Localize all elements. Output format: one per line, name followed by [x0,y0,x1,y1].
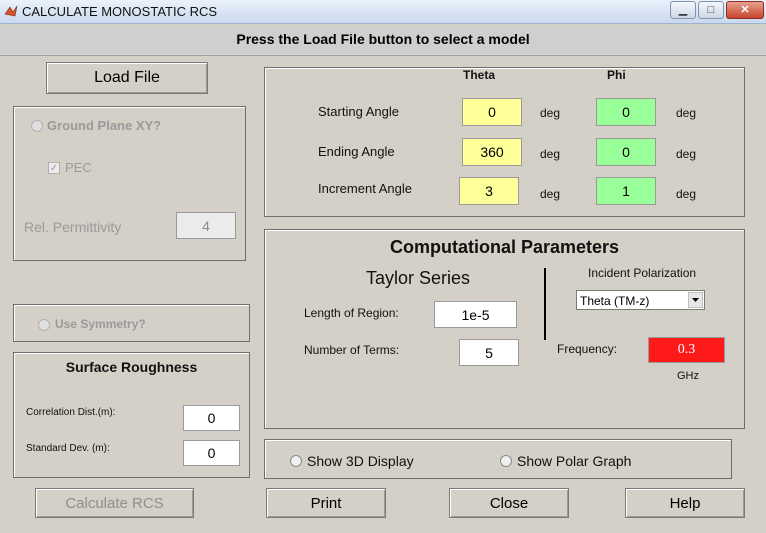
show-polar-radio[interactable] [500,455,512,467]
taylor-series-title: Taylor Series [366,268,471,288]
ending-theta-field[interactable]: 360 [462,138,522,166]
frequency-field[interactable]: 0.3 [648,337,725,363]
deg-unit-label: deg [540,147,561,161]
correlation-field[interactable]: 0 [183,405,240,431]
surface-roughness-title: Surface Roughness [65,359,198,375]
theta-header: Theta [463,68,496,82]
polarization-dropdown[interactable]: Theta (TM-z) [576,290,705,310]
permittivity-label: Rel. Permittivity [24,219,122,235]
length-label: Length of Region: [304,306,399,320]
show-polar-label: Show Polar Graph [517,453,632,469]
show-3d-radio[interactable] [290,455,302,467]
deg-unit-label: deg [676,106,697,120]
std-dev-label: Standard Dev. (m): [26,443,110,454]
deg-unit-label: deg [540,106,561,120]
print-button[interactable]: Print [266,488,386,518]
use-symmetry-radio[interactable] [38,319,50,331]
terms-field[interactable]: 5 [459,339,519,366]
pec-checkbox[interactable]: ✓ [48,162,60,174]
calculate-rcs-button[interactable]: Calculate RCS [35,488,194,518]
increment-theta-field[interactable]: 3 [459,177,519,205]
maximize-button[interactable]: □ [698,1,724,19]
ground-plane-label: Ground Plane XY? [47,118,162,133]
divider [544,268,546,340]
std-dev-field[interactable]: 0 [183,440,240,466]
polarization-value: Theta (TM-z) [580,294,650,308]
maximize-icon: □ [707,4,715,16]
deg-unit-label: deg [676,187,697,201]
frequency-label: Frequency: [557,342,618,356]
close-icon: ✕ [740,4,750,16]
computational-title: Computational Parameters [389,237,620,257]
instruction-header: Press the Load File button to select a m… [0,26,766,56]
starting-phi-field[interactable]: 0 [596,98,656,126]
window-title: CALCULATE MONOSTATIC RCS [22,4,218,19]
help-button[interactable]: Help [625,488,745,518]
minimize-button[interactable]: ▁ [670,1,696,19]
ending-angle-label: Ending Angle [318,144,395,159]
minimize-icon: ▁ [678,4,688,16]
deg-unit-label: deg [676,147,697,161]
chevron-down-icon [688,292,703,308]
correlation-label: Correlation Dist.(m): [26,407,116,418]
frequency-unit: GHz [677,370,699,382]
computational-panel [264,229,745,429]
phi-header: Phi [607,68,626,82]
deg-unit-label: deg [540,187,561,201]
increment-phi-field[interactable]: 1 [596,177,656,205]
permittivity-field[interactable]: 4 [176,212,236,239]
matlab-logo-icon [4,5,18,17]
close-button[interactable]: Close [449,488,569,518]
polarization-label: Incident Polarization [588,266,697,280]
starting-angle-label: Starting Angle [318,104,399,119]
use-symmetry-label: Use Symmetry? [55,317,146,331]
ending-phi-field[interactable]: 0 [596,138,656,166]
load-file-button[interactable]: Load File [46,62,208,94]
starting-theta-field[interactable]: 0 [462,98,522,126]
pec-label: PEC [65,160,92,175]
ground-plane-radio[interactable] [31,120,43,132]
show-3d-label: Show 3D Display [307,453,414,469]
length-field[interactable]: 1e-5 [434,301,517,328]
increment-angle-label: Increment Angle [318,181,412,196]
close-window-button[interactable]: ✕ [726,1,764,19]
terms-label: Number of Terms: [304,343,400,357]
